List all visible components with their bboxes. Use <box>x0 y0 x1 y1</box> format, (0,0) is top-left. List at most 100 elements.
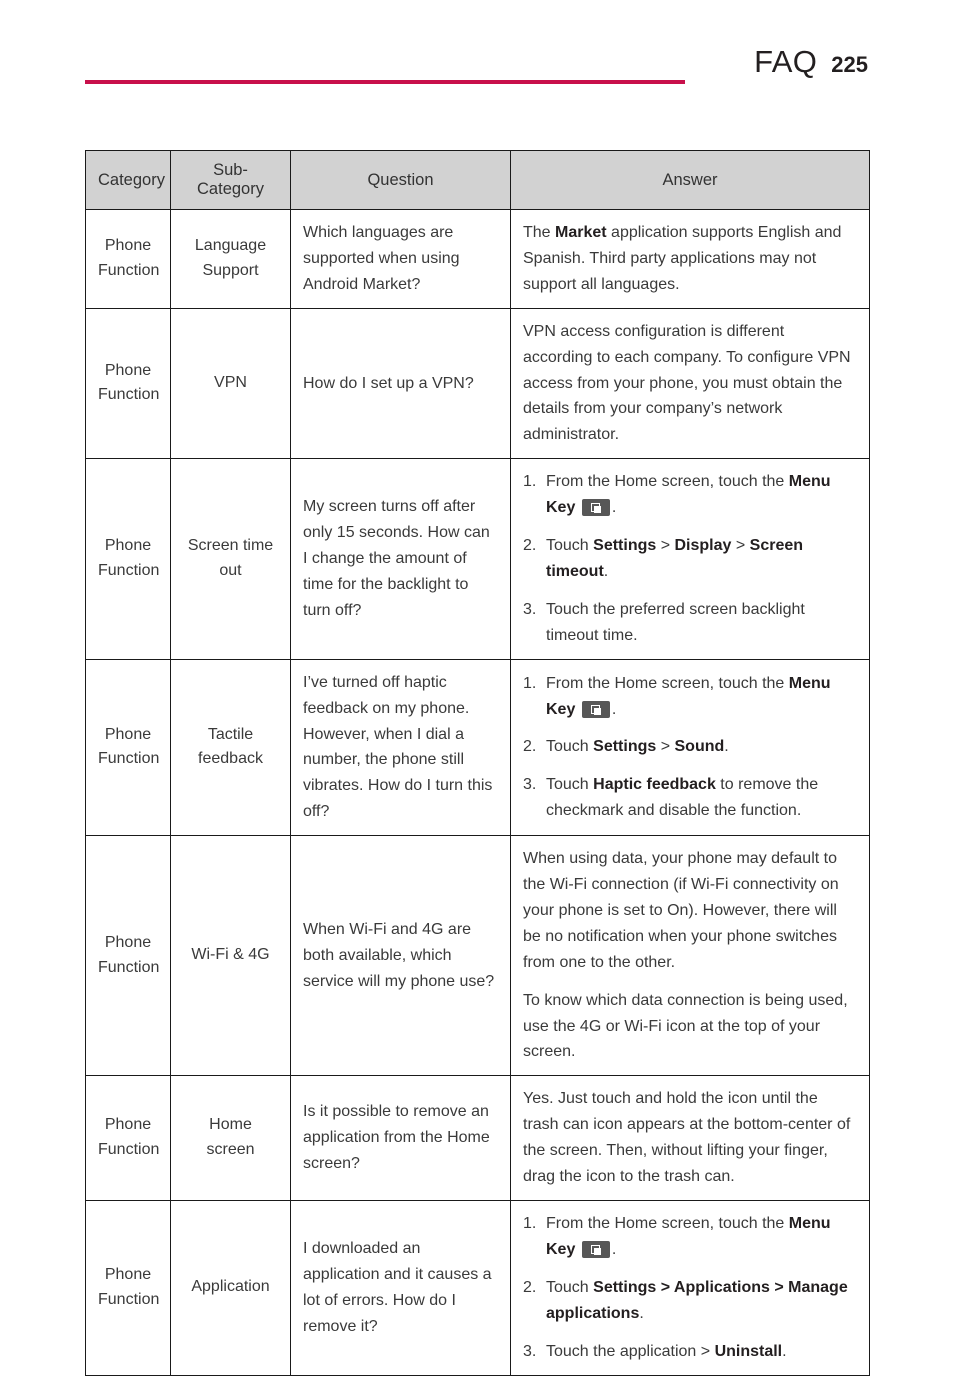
column-header-sub-category: Sub-Category <box>170 150 291 210</box>
cell-question: How do I set up a VPN? <box>290 307 511 460</box>
step-number: 3. <box>523 776 537 794</box>
column-header-category: Category <box>85 150 171 210</box>
page-number: 225 <box>831 52 868 77</box>
cell-category: Phone Function <box>85 835 171 1077</box>
body-text: > <box>656 738 675 756</box>
body-text: Touch the application > <box>546 1342 715 1360</box>
cell-sub-category: VPN <box>170 307 291 460</box>
emphasis-text: Haptic feedback <box>593 776 716 794</box>
emphasis-text: Uninstall <box>714 1342 783 1360</box>
body-text: Yes. Just touch and hold the icon until … <box>523 1090 851 1186</box>
body-text: . <box>603 562 609 580</box>
cell-sub-category: Screen time out <box>170 458 291 660</box>
cell-category: Phone Function <box>85 209 171 309</box>
answer-paragraph: The Market application supports English … <box>523 220 857 298</box>
body-text: Touch <box>546 1278 594 1296</box>
answer-step: 2. Touch Settings > Sound. <box>523 734 857 760</box>
emphasis-text: Settings <box>593 537 657 555</box>
body-text <box>575 1241 579 1258</box>
cell-question: When Wi-Fi and 4G are both available, wh… <box>290 835 511 1077</box>
table-row: Phone Function Wi-Fi & 4G When Wi-Fi and 4… <box>85 835 870 1077</box>
step-number: 3. <box>523 600 537 618</box>
cell-category: Phone Function <box>85 658 171 837</box>
answer-step-list: 1. From the Home screen, touch the Menu K… <box>523 469 857 648</box>
emphasis-text: Sound <box>674 738 725 756</box>
body-text: When using data, your phone may default … <box>523 850 839 971</box>
faq-table-container: Category Sub-Category Question Answer Ph… <box>85 150 870 1376</box>
emphasis-text: Market <box>555 224 607 241</box>
answer-step: 2. Touch Settings > Display > Screen time… <box>523 533 857 585</box>
cell-answer: 1. From the Home screen, touch the Menu K… <box>510 458 870 660</box>
menu-key-icon <box>581 499 610 517</box>
table-row: Phone Function Home screen Is it possible … <box>85 1075 870 1201</box>
body-text: Touch <box>546 738 594 756</box>
body-text: . <box>639 1304 644 1322</box>
cell-answer: The Market application supports English … <box>510 209 870 309</box>
emphasis-text: Settings <box>593 738 657 756</box>
answer-step-list: 1. From the Home screen, touch the Menu K… <box>523 671 857 825</box>
body-text: . <box>611 700 617 718</box>
faq-table-body: Phone Function Language Support Which lang… <box>85 209 870 1376</box>
faq-table: Category Sub-Category Question Answer Ph… <box>85 150 870 1376</box>
answer-step: 2. Touch Settings > Applications > Manage… <box>523 1275 857 1327</box>
menu-key-icon <box>581 1240 610 1258</box>
body-text: Touch the preferred screen backlight tim… <box>546 600 805 644</box>
answer-paragraph: VPN access configuration is different ac… <box>523 319 857 449</box>
cell-answer: VPN access configuration is different ac… <box>510 307 870 460</box>
faq-table-header: Category Sub-Category Question Answer <box>85 150 870 210</box>
header-title-row: FAQ 225 <box>754 46 868 77</box>
body-text: . <box>782 1342 787 1360</box>
table-row: Phone Function Screen time out My screen t… <box>85 458 870 660</box>
body-text: To know which data connection is being u… <box>523 991 848 1061</box>
body-text: . <box>611 499 617 517</box>
answer-step: 3. Touch the application > Uninstall. <box>523 1339 857 1365</box>
table-row: Phone Function Tactile feedback I’ve turne… <box>85 658 870 837</box>
page-title: FAQ <box>754 44 818 79</box>
body-text <box>575 701 579 718</box>
answer-step-list: 1. From the Home screen, touch the Menu K… <box>523 1211 857 1365</box>
cell-answer: 1. From the Home screen, touch the Menu K… <box>510 658 870 837</box>
body-text: From the Home screen, touch the <box>546 1215 789 1232</box>
step-number: 2. <box>523 738 537 756</box>
body-text: > <box>656 537 675 555</box>
cell-answer: When using data, your phone may default … <box>510 835 870 1077</box>
cell-question: Is it possible to remove an application … <box>290 1075 511 1201</box>
step-number: 1. <box>523 674 537 692</box>
answer-step: 1. From the Home screen, touch the Menu K… <box>523 671 857 723</box>
column-header-question: Question <box>290 150 511 210</box>
body-text: VPN access configuration is different ac… <box>523 322 851 444</box>
body-text: From the Home screen, touch the <box>546 473 789 491</box>
cell-question: I’ve turned off haptic feedback on my ph… <box>290 658 511 837</box>
step-number: 2. <box>523 537 537 555</box>
body-text: Touch <box>546 537 594 555</box>
body-text: The <box>523 224 556 241</box>
header-rule <box>85 80 685 84</box>
cell-sub-category: Tactile feedback <box>170 658 291 837</box>
step-number: 3. <box>523 1342 537 1360</box>
cell-category: Phone Function <box>85 1075 171 1201</box>
step-number: 1. <box>523 473 537 491</box>
answer-paragraph: Yes. Just touch and hold the icon until … <box>523 1086 857 1190</box>
cell-question: Which languages are supported when using… <box>290 209 511 309</box>
table-row: Phone Function Application I downloaded an… <box>85 1200 870 1376</box>
body-text: Touch <box>546 776 594 794</box>
emphasis-text: Display <box>674 537 732 555</box>
body-text: . <box>724 738 729 756</box>
answer-paragraph: When using data, your phone may default … <box>523 846 857 976</box>
body-text: > <box>731 537 750 555</box>
cell-question: My screen turns off after only 15 second… <box>290 458 511 660</box>
cell-sub-category: Home screen <box>170 1075 291 1201</box>
answer-step: 3. Touch the preferred screen backlight t… <box>523 597 857 649</box>
body-text <box>575 499 579 516</box>
answer-paragraph: To know which data connection is being u… <box>523 988 857 1066</box>
cell-sub-category: Language Support <box>170 209 291 309</box>
body-text: From the Home screen, touch the <box>546 674 789 692</box>
answer-step: 3. Touch Haptic feedback to remove the ch… <box>523 772 857 824</box>
step-number: 1. <box>523 1215 537 1232</box>
cell-category: Phone Function <box>85 1200 171 1376</box>
menu-key-icon <box>581 700 610 718</box>
table-header-row: Category Sub-Category Question Answer <box>85 150 870 210</box>
cell-question: I downloaded an application and it cause… <box>290 1200 511 1376</box>
page-header: FAQ 225 <box>0 0 954 96</box>
step-number: 2. <box>523 1278 537 1296</box>
